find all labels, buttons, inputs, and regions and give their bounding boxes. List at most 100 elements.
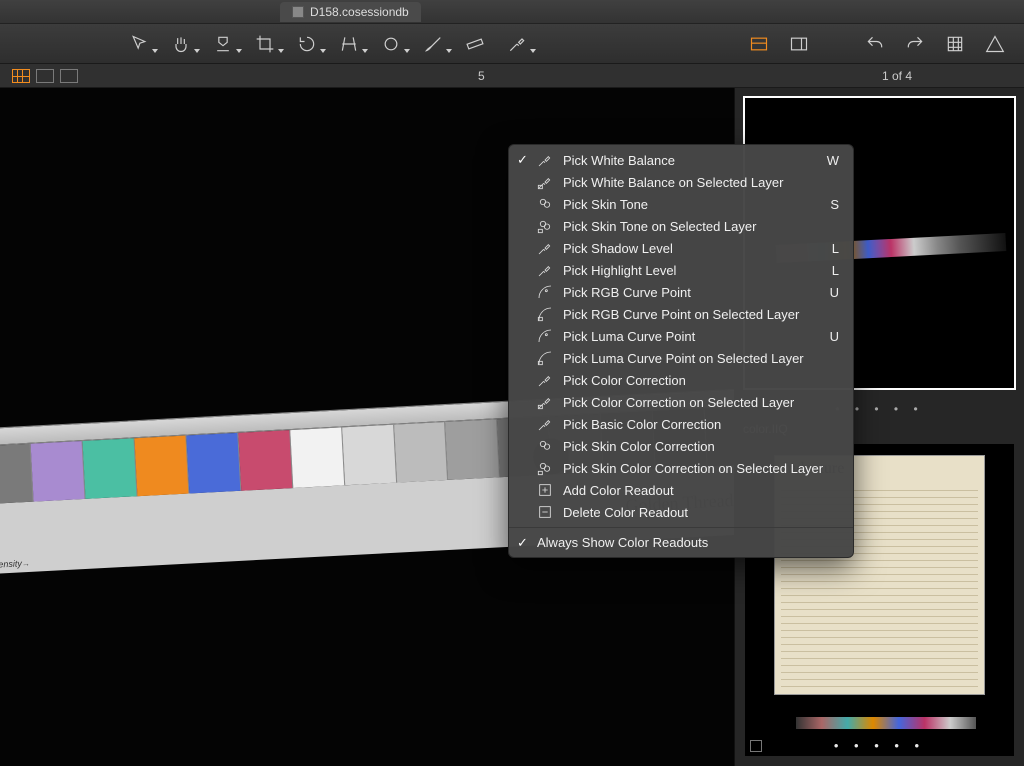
menu-item-label: Pick Shadow Level bbox=[563, 241, 673, 256]
cursor-tool-group bbox=[128, 33, 528, 55]
check-icon: ✓ bbox=[517, 535, 528, 551]
main-toolbar bbox=[0, 24, 1024, 64]
skin-layer-icon bbox=[537, 218, 553, 234]
menu-item-label: Pick Skin Color Correction on Selected L… bbox=[563, 461, 823, 476]
swatch bbox=[186, 433, 241, 494]
readout-add-icon bbox=[537, 482, 553, 498]
keystone-tool[interactable] bbox=[338, 33, 360, 55]
skin-layer-icon bbox=[537, 460, 553, 476]
curve-layer-icon bbox=[537, 306, 553, 322]
menu-item-label: Pick Color Correction on Selected Layer bbox=[563, 395, 794, 410]
pan-tool[interactable] bbox=[170, 33, 192, 55]
menu-item-label: Pick Skin Tone on Selected Layer bbox=[563, 219, 756, 234]
main-area: Density → Golden Thread • • • • • color.… bbox=[0, 88, 1024, 766]
thumbnail-2-target bbox=[796, 717, 976, 729]
view-mode-toggles bbox=[12, 69, 78, 83]
toolbar-right-group bbox=[748, 33, 1006, 55]
curve-icon bbox=[537, 328, 553, 344]
select-tool[interactable] bbox=[128, 33, 150, 55]
thumbnail-2-checkbox[interactable] bbox=[750, 740, 762, 752]
menu-item-label: Pick Skin Color Correction bbox=[563, 439, 715, 454]
skin-icon bbox=[537, 438, 553, 454]
density-label: Density bbox=[0, 558, 22, 570]
eyedropper-icon bbox=[537, 240, 553, 256]
menu-item-label: Pick RGB Curve Point on Selected Layer bbox=[563, 307, 799, 322]
swatch bbox=[238, 430, 293, 491]
menu-item-delete-color-readout[interactable]: Delete Color Readout bbox=[509, 501, 853, 523]
readout-del-icon bbox=[537, 504, 553, 520]
menu-item-pick-luma-curve-point[interactable]: Pick Luma Curve Point U bbox=[509, 325, 853, 347]
multiview-icon[interactable] bbox=[748, 33, 770, 55]
menu-item-pick-skin-tone[interactable]: Pick Skin ToneS bbox=[509, 193, 853, 215]
swatch bbox=[0, 444, 34, 505]
grid-icon[interactable] bbox=[944, 33, 966, 55]
menu-item-pick-skin-color-correction[interactable]: Pick Skin Color Correction bbox=[509, 435, 853, 457]
menu-item-pick-luma-curve-point-on-selected-layer[interactable]: Pick Luma Curve Point on Selected Layer bbox=[509, 347, 853, 369]
swatch bbox=[445, 419, 500, 480]
menu-item-label: Pick Luma Curve Point bbox=[563, 329, 695, 344]
menu-item-pick-shadow-level[interactable]: Pick Shadow Level L bbox=[509, 237, 853, 259]
undo-button[interactable] bbox=[864, 33, 886, 55]
crop-tool[interactable] bbox=[254, 33, 276, 55]
eyedropper-layer-icon bbox=[537, 394, 553, 410]
redo-button[interactable] bbox=[904, 33, 926, 55]
menu-item-label: Pick Luma Curve Point on Selected Layer bbox=[563, 351, 804, 366]
swatch bbox=[394, 422, 449, 483]
document-icon bbox=[292, 6, 304, 18]
ruler-tool[interactable] bbox=[464, 33, 486, 55]
menu-item-label: Pick Basic Color Correction bbox=[563, 417, 721, 432]
menu-item-pick-rgb-curve-point[interactable]: Pick RGB Curve Point U bbox=[509, 281, 853, 303]
menu-item-pick-white-balance-on-selected-layer[interactable]: Pick White Balance on Selected Layer bbox=[509, 171, 853, 193]
menu-item-label: Pick Skin Tone bbox=[563, 197, 648, 212]
alert-icon[interactable] bbox=[984, 33, 1006, 55]
menu-item-label: Pick White Balance on Selected Layer bbox=[563, 175, 783, 190]
menu-item-always-show-color-readouts[interactable]: ✓ Always Show Color Readouts bbox=[509, 532, 853, 553]
swatch bbox=[290, 427, 345, 488]
view-mode-multi[interactable] bbox=[60, 69, 78, 83]
skin-icon bbox=[537, 196, 553, 212]
menu-item-pick-color-correction-on-selected-layer[interactable]: Pick Color Correction on Selected Layer bbox=[509, 391, 853, 413]
eyedropper-icon bbox=[537, 372, 553, 388]
rotate-tool[interactable] bbox=[296, 33, 318, 55]
menu-item-label: Pick RGB Curve Point bbox=[563, 285, 691, 300]
thumbnail-2-rating[interactable]: • • • • • bbox=[834, 738, 925, 753]
menu-shortcut: U bbox=[830, 285, 839, 300]
session-tab[interactable]: D158.cosessiondb bbox=[280, 2, 421, 22]
menu-item-label: Always Show Color Readouts bbox=[537, 535, 708, 550]
menu-separator bbox=[509, 527, 853, 528]
menu-item-pick-color-correction[interactable]: Pick Color Correction bbox=[509, 369, 853, 391]
eyedropper-icon bbox=[537, 416, 553, 432]
eyedropper-icon bbox=[537, 262, 553, 278]
eyedropper-menu: ✓Pick White BalanceWPick White Balance o… bbox=[508, 144, 854, 558]
menu-item-label: Delete Color Readout bbox=[563, 505, 688, 520]
swatch bbox=[82, 438, 137, 499]
spot-tool[interactable] bbox=[380, 33, 402, 55]
menu-shortcut: U bbox=[830, 329, 839, 344]
curve-layer-icon bbox=[537, 350, 553, 366]
swatch bbox=[342, 425, 397, 486]
eyedropper-tool[interactable] bbox=[506, 33, 528, 55]
clipped-toolbar-number: 5 bbox=[478, 69, 485, 83]
curve-icon bbox=[537, 284, 553, 300]
menu-shortcut: L bbox=[832, 241, 839, 256]
menu-item-add-color-readout[interactable]: Add Color Readout bbox=[509, 479, 853, 501]
view-mode-grid[interactable] bbox=[12, 69, 30, 83]
menu-item-pick-white-balance[interactable]: ✓Pick White BalanceW bbox=[509, 149, 853, 171]
menu-item-label: Pick White Balance bbox=[563, 153, 675, 168]
eyedropper-layer-icon bbox=[537, 174, 553, 190]
menu-item-pick-rgb-curve-point-on-selected-layer[interactable]: Pick RGB Curve Point on Selected Layer bbox=[509, 303, 853, 325]
brush-tool[interactable] bbox=[422, 33, 444, 55]
session-filename: D158.cosessiondb bbox=[310, 5, 409, 19]
menu-item-label: Pick Highlight Level bbox=[563, 263, 676, 278]
panel-toggle-icon[interactable] bbox=[788, 33, 810, 55]
menu-item-pick-basic-color-correction[interactable]: Pick Basic Color Correction bbox=[509, 413, 853, 435]
menu-item-label: Pick Color Correction bbox=[563, 373, 686, 388]
menu-shortcut: L bbox=[832, 263, 839, 278]
check-icon: ✓ bbox=[517, 152, 528, 168]
fill-tool[interactable] bbox=[212, 33, 234, 55]
menu-item-label: Add Color Readout bbox=[563, 483, 674, 498]
menu-item-pick-highlight-level[interactable]: Pick Highlight Level L bbox=[509, 259, 853, 281]
view-mode-single[interactable] bbox=[36, 69, 54, 83]
menu-item-pick-skin-color-correction-on-selected-layer[interactable]: Pick Skin Color Correction on Selected L… bbox=[509, 457, 853, 479]
menu-item-pick-skin-tone-on-selected-layer[interactable]: Pick Skin Tone on Selected Layer bbox=[509, 215, 853, 237]
